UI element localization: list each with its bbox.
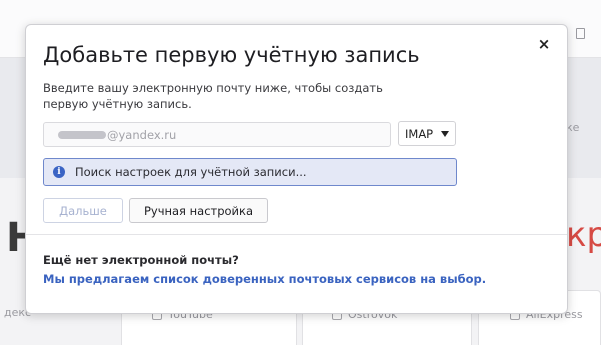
email-field-value: @yandex.ru	[107, 127, 177, 142]
protocol-select[interactable]: IMAP	[398, 121, 456, 146]
background-search-fragment: ке	[566, 121, 580, 134]
providers-link[interactable]: Мы предлагаем список доверенных почтовых…	[43, 272, 486, 286]
add-account-dialog: Добавьте первую учётную запись × Введите…	[25, 24, 568, 314]
chevron-down-icon	[441, 130, 449, 137]
manual-setup-button[interactable]: Ручная настройка	[129, 198, 268, 223]
status-banner-text: Поиск настроек для учётной записи...	[75, 165, 307, 179]
background-heading-fragment-red: кр	[566, 215, 601, 255]
calendar-icon	[576, 28, 585, 39]
dialog-description: Введите вашу электронную почту ниже, что…	[43, 81, 383, 111]
close-button[interactable]: ×	[535, 35, 553, 53]
divider	[26, 234, 567, 235]
email-field[interactable]: @yandex.ru	[43, 122, 391, 147]
protocol-select-value: IMAP	[405, 126, 434, 141]
next-button[interactable]: Дальше	[43, 198, 123, 223]
dialog-title: Добавьте первую учётную запись	[43, 43, 420, 67]
no-email-heading: Ещё нет электронной почты?	[43, 253, 239, 267]
redacted-username	[58, 130, 106, 139]
status-banner: i Поиск настроек для учётной записи...	[43, 158, 457, 186]
info-icon: i	[53, 166, 65, 178]
